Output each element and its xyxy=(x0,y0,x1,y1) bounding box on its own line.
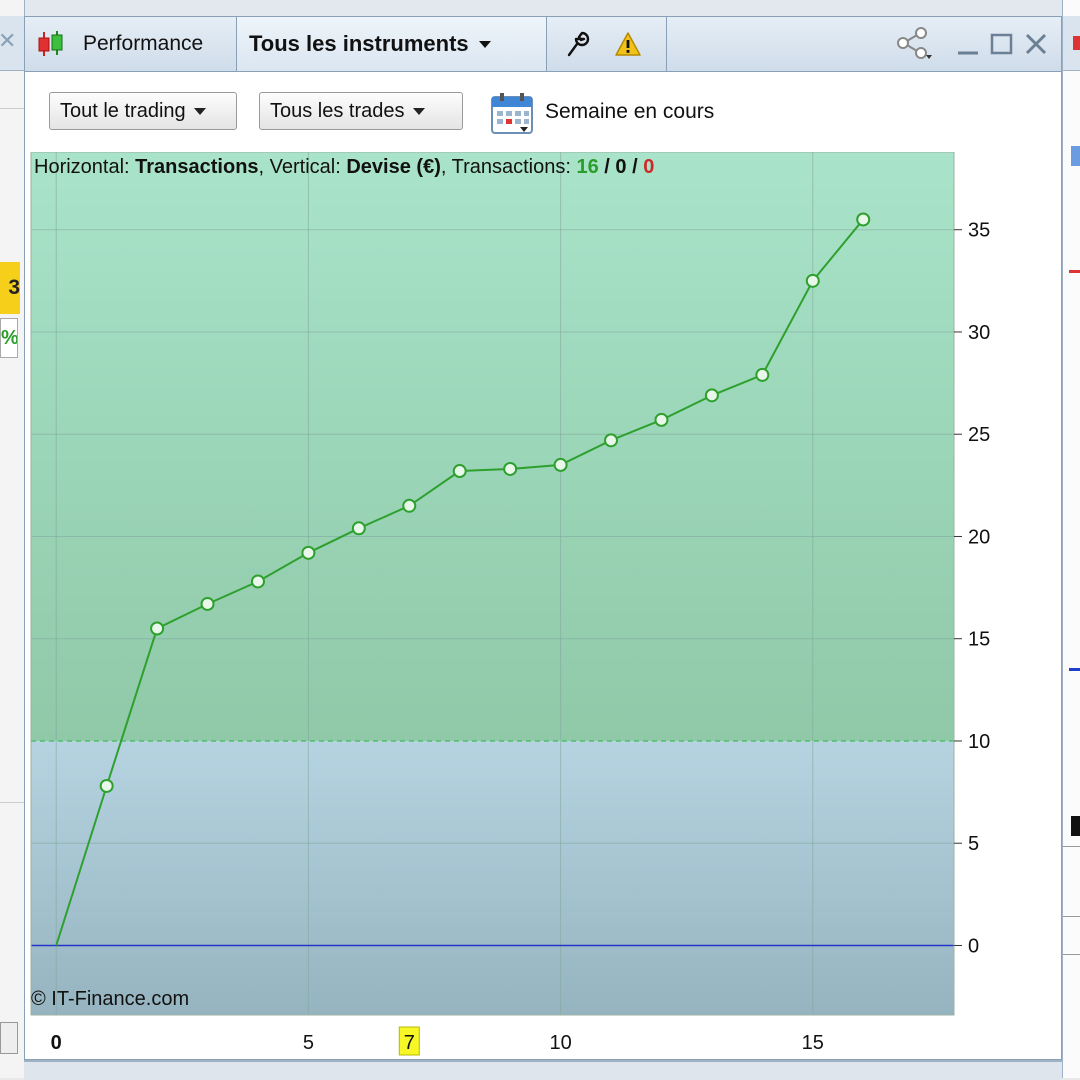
highlighted-x-label: 7 xyxy=(404,1032,415,1054)
divider xyxy=(1063,954,1080,955)
lower-zone xyxy=(31,740,954,1015)
data-point xyxy=(755,367,770,382)
profit-zone xyxy=(31,152,954,741)
background-price-line xyxy=(1069,270,1080,273)
instrument-selector[interactable]: Tous les instruments xyxy=(237,17,547,71)
y-tick-label: 15 xyxy=(968,629,990,651)
count-separator: / xyxy=(626,156,644,178)
tab-performance-label: Performance xyxy=(83,32,204,55)
background-panel-right xyxy=(1062,0,1080,1078)
data-point xyxy=(553,457,568,472)
filter-toolbar: Tout le trading Tous les trades Semaine … xyxy=(25,72,1061,152)
period-label[interactable]: Semaine en cours xyxy=(545,100,714,124)
background-marker xyxy=(1071,146,1080,166)
divider xyxy=(1063,916,1080,917)
data-point xyxy=(654,412,669,427)
data-point xyxy=(604,433,619,448)
chevron-down-icon xyxy=(193,107,206,115)
trading-filter-dropdown[interactable]: Tout le trading xyxy=(49,92,237,130)
minimize-icon[interactable] xyxy=(953,27,983,61)
equity-curve-svg: 0 5 10 15 20 25 30 35 0 5 10 15 7 xyxy=(30,152,990,1056)
x-tick-label: 15 xyxy=(802,1032,824,1054)
tab-performance[interactable]: Performance xyxy=(25,17,237,71)
candlestick-icon xyxy=(38,31,63,56)
background-window-top xyxy=(24,0,1062,17)
background-price-line xyxy=(1069,668,1080,671)
x-tick-label: 10 xyxy=(549,1032,571,1054)
chevron-down-icon xyxy=(412,107,425,115)
vertical-axis-value: Devise (€) xyxy=(346,156,441,178)
y-tick-label: 5 xyxy=(968,833,979,855)
wrench-icon[interactable] xyxy=(559,27,593,61)
chart-header: Horizontal: Transactions, Vertical: Devi… xyxy=(34,156,654,179)
instrument-selector-label: Tous les instruments xyxy=(249,31,469,56)
y-tick-label: 20 xyxy=(968,526,990,548)
data-point xyxy=(150,621,165,636)
divider xyxy=(1063,846,1080,847)
price-badge: 3 xyxy=(0,262,20,314)
tools-group xyxy=(547,17,667,71)
trades-filter-dropdown[interactable]: Tous les trades xyxy=(259,92,463,130)
background-marker xyxy=(1071,816,1080,836)
data-point xyxy=(402,498,417,513)
data-point xyxy=(805,273,820,288)
performance-window: Performance Tous les instruments Tout le… xyxy=(24,16,1062,1060)
warning-icon[interactable] xyxy=(611,27,645,61)
maximize-icon[interactable] xyxy=(987,27,1017,61)
y-tick-label: 30 xyxy=(968,322,990,344)
y-tick-label: 35 xyxy=(968,220,990,242)
scroll-button[interactable] xyxy=(0,1022,18,1054)
horizontal-axis-value: Transactions xyxy=(135,156,259,178)
trades-filter-label: Tous les trades xyxy=(270,99,405,122)
trading-filter-label: Tout le trading xyxy=(60,99,186,122)
x-tick-label: 0 xyxy=(51,1032,62,1054)
chevron-down-icon xyxy=(478,40,491,48)
transactions-label: , Transactions: xyxy=(440,156,577,178)
close-icon[interactable] xyxy=(1021,27,1051,61)
data-point xyxy=(704,388,719,403)
y-tick-label: 25 xyxy=(968,424,990,446)
neutral-count: 0 xyxy=(615,156,627,178)
background-panel-left: ✕ 3 % xyxy=(0,0,25,1078)
y-tick-label: 10 xyxy=(968,731,990,753)
percent-badge: % xyxy=(0,318,18,358)
title-bar: Performance Tous les instruments xyxy=(25,17,1061,72)
divider xyxy=(0,802,24,803)
data-point xyxy=(301,545,316,560)
vertical-axis-label: , Vertical: xyxy=(258,156,347,178)
equity-curve-chart: 0 5 10 15 20 25 30 35 0 5 10 15 7 Horizontal: Transa… xyxy=(25,152,1061,1059)
share-icon[interactable] xyxy=(893,27,937,61)
horizontal-axis-label: Horizontal: xyxy=(34,156,136,178)
data-point xyxy=(99,778,114,793)
background-window-bottom xyxy=(24,1060,1062,1080)
data-point xyxy=(351,521,366,536)
data-point xyxy=(856,212,871,227)
data-point xyxy=(250,574,265,589)
y-tick-label: 0 xyxy=(968,935,979,957)
close-icon[interactable]: ✕ xyxy=(0,28,16,54)
copyright-label: © IT-Finance.com xyxy=(31,988,190,1010)
data-point xyxy=(200,596,215,611)
divider xyxy=(0,108,24,109)
losing-count: 0 xyxy=(643,156,655,178)
x-tick-label: 5 xyxy=(303,1032,314,1054)
count-separator: / xyxy=(598,156,616,178)
data-point xyxy=(452,464,467,479)
data-point xyxy=(503,461,518,476)
calendar-icon[interactable] xyxy=(489,90,535,136)
winning-count: 16 xyxy=(576,156,599,178)
background-marker xyxy=(1073,36,1080,50)
